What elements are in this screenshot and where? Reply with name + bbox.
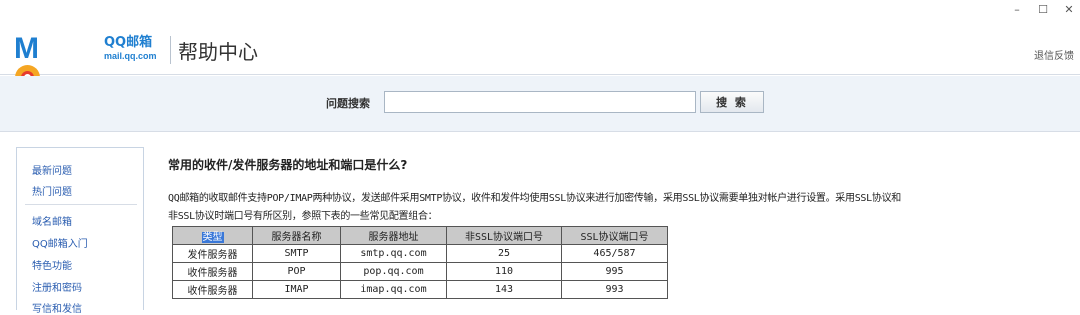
sidebar-item-domain-mail[interactable]: 域名邮箱 xyxy=(32,213,72,228)
table-row: 收件服务器 POP pop.qq.com 110 995 xyxy=(172,262,668,281)
table-header-row: 类型 服务器名称 服务器地址 非SSL协议端口号 SSL协议端口号 xyxy=(172,226,668,245)
table-header-cell: 服务器名称 xyxy=(252,226,341,245)
table-cell: POP xyxy=(252,262,341,281)
sidebar-divider xyxy=(25,204,137,205)
page-title: 帮助中心 xyxy=(178,40,258,64)
question-title: 常用的收件/发件服务器的地址和端口是什么? xyxy=(168,158,408,172)
table-cell: SMTP xyxy=(252,244,341,263)
table-cell: smtp.qq.com xyxy=(340,244,447,263)
close-icon[interactable]: ✕ xyxy=(1058,2,1080,18)
table-header-cell: 非SSL协议端口号 xyxy=(446,226,562,245)
table-cell: 993 xyxy=(561,280,668,299)
sidebar-item-popular[interactable]: 热门问题 xyxy=(32,183,72,198)
sidebar-item-register-password[interactable]: 注册和密码 xyxy=(32,279,82,294)
window-titlebar: – ☐ ✕ xyxy=(0,0,1080,22)
table-cell: 收件服务器 xyxy=(172,262,253,281)
table-header-cell: 类型 xyxy=(172,226,253,245)
search-input[interactable] xyxy=(384,91,696,113)
table-cell: 25 xyxy=(446,244,562,263)
feedback-link[interactable]: 退信反馈 xyxy=(1034,47,1074,62)
table-cell: IMAP xyxy=(252,280,341,299)
table-cell: 发件服务器 xyxy=(172,244,253,263)
search-bar: 问题搜索 搜 索 xyxy=(0,76,1080,132)
table-cell: 收件服务器 xyxy=(172,280,253,299)
sidebar-item-getting-started[interactable]: QQ邮箱入门 xyxy=(32,235,88,250)
table-cell: 995 xyxy=(561,262,668,281)
answer-text: QQ邮箱的收取邮件支持POP/IMAP两种协议，发送邮件采用SMTP协议，收件和… xyxy=(168,190,1072,226)
search-label: 问题搜索 xyxy=(326,97,370,110)
sidebar-item-compose-send[interactable]: 写信和发信 xyxy=(32,300,82,315)
table-cell: 465/587 xyxy=(561,244,668,263)
table-cell: pop.qq.com xyxy=(340,262,447,281)
page-header: Mil QQ邮箱 mail.qq.com 帮助中心 退信反馈 xyxy=(0,22,1080,124)
logo-qqmail-text: QQ邮箱 xyxy=(104,35,153,50)
table-cell: 143 xyxy=(446,280,562,299)
header-divider xyxy=(170,36,171,64)
maximize-icon[interactable]: ☐ xyxy=(1032,2,1054,18)
search-button[interactable]: 搜 索 xyxy=(700,91,764,113)
server-port-table: 类型 服务器名称 服务器地址 非SSL协议端口号 SSL协议端口号 发件服务器 … xyxy=(172,226,668,299)
table-row: 发件服务器 SMTP smtp.qq.com 25 465/587 xyxy=(172,244,668,263)
logo-domain-text: mail.qq.com xyxy=(104,51,157,61)
table-row: 收件服务器 IMAP imap.qq.com 143 993 xyxy=(172,280,668,299)
sidebar-item-features[interactable]: 特色功能 xyxy=(32,257,72,272)
table-header-cell: 服务器地址 xyxy=(340,226,447,245)
table-cell: 110 xyxy=(446,262,562,281)
sidebar: 最新问题 热门问题 域名邮箱 QQ邮箱入门 特色功能 注册和密码 写信和发信 xyxy=(16,147,144,315)
table-cell: imap.qq.com xyxy=(340,280,447,299)
table-header-cell: SSL协议端口号 xyxy=(561,226,668,245)
minimize-icon[interactable]: – xyxy=(1006,2,1028,18)
sidebar-item-latest[interactable]: 最新问题 xyxy=(32,162,72,177)
answer-line: 非SSL协议时端口号有所区别，参照下表的一些常见配置组合： xyxy=(168,211,438,222)
answer-line: QQ邮箱的收取邮件支持POP/IMAP两种协议，发送邮件采用SMTP协议，收件和… xyxy=(168,193,901,204)
